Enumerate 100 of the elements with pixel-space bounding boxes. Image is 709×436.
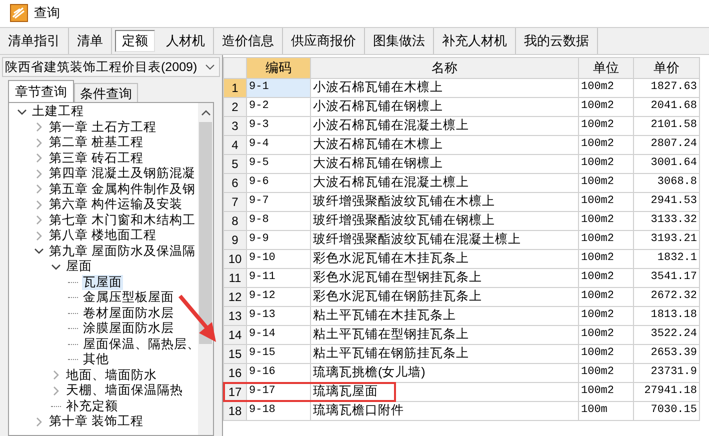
chevron-right-icon[interactable]	[34, 153, 44, 164]
tree-item[interactable]: 第七章 木门窗和木结构工	[48, 212, 196, 228]
tree-item[interactable]: 第一章 土石方工程	[48, 120, 158, 135]
row-number[interactable]: 7	[224, 192, 246, 210]
row-number[interactable]: 16	[224, 364, 246, 382]
column-header[interactable]: 名称	[310, 58, 578, 78]
tree-item[interactable]: 补充定额	[65, 398, 119, 414]
unit-cell: 100m2	[578, 344, 634, 363]
tree-item[interactable]: 第九章 屋面防水及保温隔	[48, 244, 196, 259]
row-number[interactable]: 14	[224, 326, 246, 344]
chevron-right-icon[interactable]	[51, 386, 61, 396]
row-number[interactable]: 13	[224, 306, 246, 324]
code-cell: 9-9	[246, 230, 310, 249]
scroll-up-icon[interactable]	[200, 110, 210, 116]
unit-cell: 100m2	[578, 192, 634, 211]
price-cell: 7030.15	[634, 401, 700, 420]
column-header[interactable]: 单位	[578, 58, 634, 78]
column-header[interactable]: 单价	[634, 58, 700, 78]
row-number[interactable]: 18	[224, 402, 246, 420]
toolbar-tab[interactable]: 清单	[69, 28, 112, 54]
tree-item[interactable]: 第三章 砖石工程	[48, 150, 144, 166]
window-title: 查询	[34, 4, 60, 22]
row-number[interactable]: 5	[224, 154, 246, 172]
unit-cell: 100m2	[578, 154, 634, 173]
query-tab[interactable]: 条件查询	[74, 83, 138, 102]
tree-item[interactable]: 金属压型板屋面	[82, 290, 175, 306]
chevron-right-icon[interactable]	[34, 138, 44, 148]
unit-cell: 100m2	[578, 268, 634, 287]
tree-item[interactable]: 第八章 楼地面工程	[48, 228, 158, 244]
chevron-right-icon[interactable]	[34, 168, 44, 179]
unit-cell: 100m	[578, 401, 634, 420]
code-cell: 9-18	[246, 401, 310, 420]
toolbar-tab[interactable]: 补充人材机	[434, 28, 516, 54]
row-number[interactable]: 11	[224, 268, 246, 286]
library-dropdown[interactable]: 陕西省建筑装饰工程价目表(2009)	[2, 57, 220, 77]
tree-item[interactable]: 土建工程	[31, 104, 85, 120]
code-cell: 9-13	[246, 306, 310, 325]
toolbar-tab[interactable]: 人材机	[158, 28, 214, 54]
chevron-right-icon[interactable]	[34, 122, 44, 132]
chevron-down-icon[interactable]	[51, 262, 61, 272]
unit-cell: 100m2	[578, 211, 634, 230]
toolbar-tab[interactable]: 我的云数据	[516, 28, 598, 54]
chevron-down-icon[interactable]	[17, 106, 27, 117]
chevron-right-icon[interactable]	[34, 416, 44, 427]
tree-item[interactable]: 第六章 构件运输及安装	[48, 197, 184, 212]
tree-item[interactable]: 第十章 装饰工程	[48, 414, 144, 430]
tree-item[interactable]: 天棚、墙面保温隔热	[65, 383, 184, 398]
chevron-right-icon[interactable]	[51, 370, 61, 380]
name-cell: 粘土平瓦铺在钢筋挂瓦条上	[310, 344, 578, 363]
tree-item[interactable]: 其他	[82, 352, 110, 368]
tree-item[interactable]: 第四章 混凝土及钢筋混凝	[48, 166, 196, 182]
price-cell: 2653.39	[634, 344, 700, 363]
row-number[interactable]: 1	[224, 78, 246, 96]
row-number[interactable]: 15	[224, 344, 246, 362]
toolbar-tab[interactable]: 造价信息	[214, 28, 283, 54]
name-cell: 彩色水泥瓦铺在型钢挂瓦条上	[310, 268, 578, 287]
price-cell: 3193.21	[634, 230, 700, 249]
unit-cell: 100m2	[578, 287, 634, 306]
toolbar-tab[interactable]: 清单指引	[0, 28, 69, 54]
chevron-right-icon[interactable]	[34, 200, 44, 210]
row-number[interactable]: 10	[224, 250, 246, 268]
price-cell: 1813.18	[634, 306, 700, 325]
row-number[interactable]: 2	[224, 98, 246, 116]
name-cell: 彩色水泥瓦铺在钢筋挂瓦条上	[310, 287, 578, 306]
code-cell: 9-2	[246, 97, 310, 116]
code-cell: 9-7	[246, 192, 310, 211]
chevron-right-icon[interactable]	[34, 215, 44, 226]
row-number[interactable]: 12	[224, 288, 246, 306]
price-cell: 2807.24	[634, 135, 700, 154]
row-number[interactable]: 4	[224, 136, 246, 154]
toolbar-tab[interactable]: 图集做法	[365, 28, 434, 54]
scrollbar[interactable]	[198, 103, 213, 435]
tree-item[interactable]: 屋面	[65, 259, 93, 274]
tree-item[interactable]: 第二章 桩基工程	[48, 135, 144, 150]
toolbar-tab[interactable]: 供应商报价	[283, 28, 365, 54]
column-header[interactable]: 编码	[246, 58, 310, 78]
price-cell: 3133.32	[634, 211, 700, 230]
tree-item[interactable]: 涂膜屋面防水层	[82, 321, 175, 336]
row-number[interactable]: 9	[224, 230, 246, 248]
row-number[interactable]: 8	[224, 212, 246, 230]
chevron-down-icon[interactable]	[34, 246, 44, 256]
code-cell: 9-6	[246, 173, 310, 192]
row-number[interactable]: 6	[224, 174, 246, 192]
tree-item[interactable]: 地面、墙面防水	[65, 368, 158, 383]
unit-cell: 100m2	[578, 325, 634, 344]
tree-item[interactable]: 屋面保温、隔热层、	[82, 336, 201, 352]
toolbar-tab[interactable]: 定额	[115, 30, 155, 52]
price-cell: 3001.64	[634, 154, 700, 173]
scrollbar-thumb[interactable]	[199, 122, 212, 344]
chevron-right-icon[interactable]	[34, 184, 44, 194]
row-number[interactable]: 3	[224, 116, 246, 134]
price-cell: 23731.9	[634, 363, 700, 382]
code-cell: 9-3	[246, 116, 310, 135]
code-cell: 9-1	[246, 78, 310, 97]
query-tab[interactable]: 章节查询	[8, 80, 74, 102]
chevron-right-icon[interactable]	[34, 230, 44, 241]
tree-item[interactable]: 卷材屋面防水层	[82, 306, 175, 321]
tree-item[interactable]: 瓦屋面	[82, 274, 123, 290]
tree-item[interactable]: 第五章 金属构件制作及钢	[48, 182, 196, 197]
unit-cell: 100m2	[578, 173, 634, 192]
